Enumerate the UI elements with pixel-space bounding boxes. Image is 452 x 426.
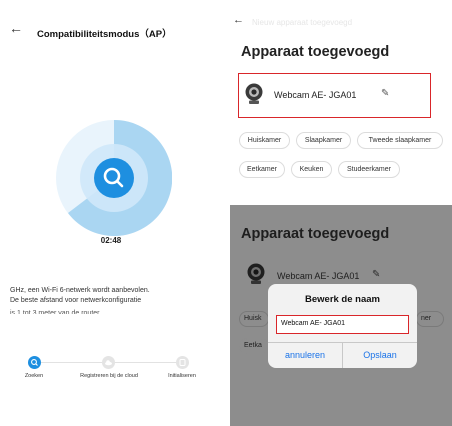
- edit-pencil-icon[interactable]: ✎: [381, 88, 389, 99]
- device-name-input[interactable]: Webcam AE- JGA01: [276, 315, 409, 334]
- webcam-icon: [245, 83, 263, 104]
- room-chip-eetkamer: Eetka: [239, 338, 269, 354]
- webcam-icon: [247, 263, 265, 284]
- rename-dialog-screen: Apparaat toegevoegd Webcam AE- JGA01 ✎ H…: [230, 205, 452, 426]
- room-chip-huiskamer[interactable]: Huiskamer: [239, 132, 290, 149]
- search-button-circle: [94, 158, 134, 198]
- edit-pencil-icon: ✎: [372, 269, 381, 280]
- device-icon: [179, 359, 186, 366]
- device-name: Webcam AE- JGA01: [274, 90, 357, 100]
- search-radar: [56, 120, 172, 236]
- ap-mode-screen: ← Compatibiliteitsmodus（AP） 02:48 GHz, e…: [0, 0, 222, 426]
- page-title: Apparaat toegevoegd: [241, 44, 390, 60]
- rename-dialog: Bewerk de naam Webcam AE- JGA01 annulere…: [268, 284, 417, 368]
- room-chip-eetkamer[interactable]: Eetkamer: [239, 161, 285, 178]
- device-row[interactable]: Webcam AE- JGA01 ✎: [238, 73, 431, 118]
- device-added-screen: ← Nieuw apparaat toegevoegd Apparaat toe…: [230, 0, 452, 202]
- countdown-timer: 02:48: [100, 236, 122, 245]
- cancel-button[interactable]: annuleren: [268, 343, 342, 368]
- step-dot-search: [28, 356, 41, 369]
- progress-steps: Zoeken Registreren bij de cloud Initiali…: [0, 352, 222, 392]
- step-dot-init: [176, 356, 189, 369]
- page-title: Compatibiliteitsmodus（AP）: [37, 29, 172, 40]
- step-connector: [41, 362, 103, 363]
- step-connector: [115, 362, 177, 363]
- faded-header: Nieuw apparaat toegevoegd: [252, 18, 353, 27]
- page-title: Apparaat toegevoegd: [241, 226, 390, 242]
- room-chip-tweede-slaapkamer: ner: [416, 311, 444, 327]
- step-dot-cloud: [102, 356, 115, 369]
- step-label-search: Zoeken: [24, 373, 44, 379]
- back-arrow-icon[interactable]: ←: [9, 21, 23, 35]
- dialog-title: Bewerk de naam: [305, 294, 380, 305]
- room-chip-slaapkamer[interactable]: Slaapkamer: [296, 132, 351, 149]
- back-arrow-icon[interactable]: ←: [233, 13, 244, 27]
- hint-line-3: is 1 tot 3 meter van de router.: [10, 310, 102, 314]
- hint-line-2: De beste afstand voor netwerkconfigurati…: [10, 297, 142, 304]
- room-chip-studeerkamer[interactable]: Studeerkamer: [338, 161, 400, 178]
- step-label-cloud: Registreren bij de cloud: [80, 373, 138, 379]
- room-chip-tweede-slaapkamer[interactable]: Tweede slaapkamer: [357, 132, 443, 149]
- search-icon: [31, 359, 38, 366]
- cloud-icon: [105, 360, 112, 366]
- hint-line-1: GHz, een Wi-Fi 6-netwerk wordt aanbevole…: [10, 287, 150, 294]
- step-label-init: Initialiseren: [168, 373, 196, 379]
- save-button[interactable]: Opslaan: [343, 343, 417, 368]
- room-chip-huiskamer: Huisk: [239, 311, 269, 327]
- device-name: Webcam AE- JGA01: [277, 271, 360, 281]
- room-chip-keuken[interactable]: Keuken: [291, 161, 332, 178]
